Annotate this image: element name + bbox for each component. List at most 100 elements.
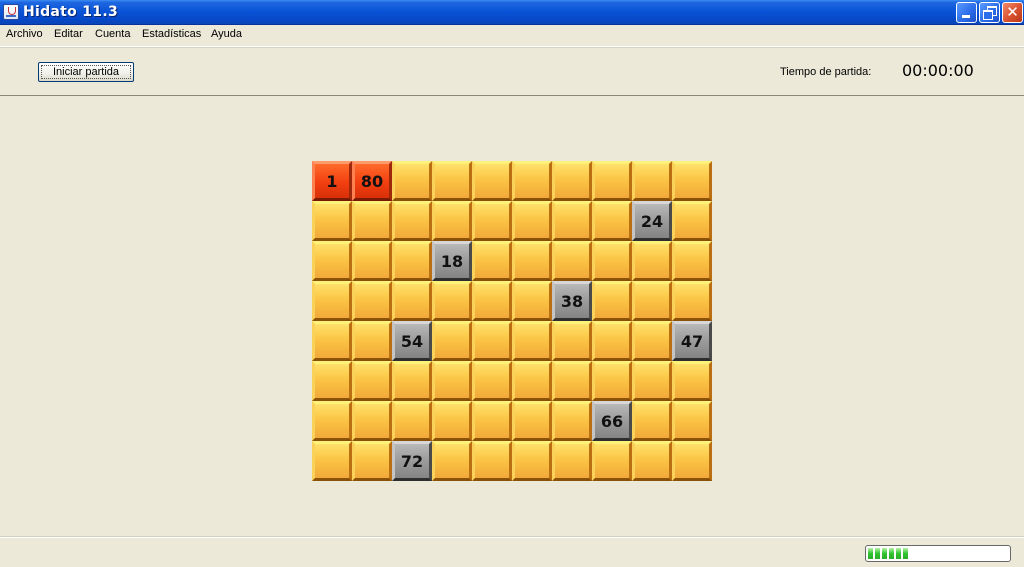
empty-cell[interactable]: [552, 361, 592, 401]
game-time-value: 00:00:00: [902, 61, 974, 80]
empty-cell[interactable]: [512, 161, 552, 201]
empty-cell[interactable]: [432, 401, 472, 441]
empty-cell[interactable]: [312, 321, 352, 361]
empty-cell[interactable]: [592, 241, 632, 281]
empty-cell[interactable]: [512, 361, 552, 401]
toolbar-panel: Iniciar partida Tiempo de partida: 00:00…: [0, 46, 1024, 96]
fixed-number-cell[interactable]: 72: [392, 441, 432, 481]
empty-cell[interactable]: [632, 161, 672, 201]
endpoint-cell[interactable]: 80: [352, 161, 392, 201]
empty-cell[interactable]: [392, 161, 432, 201]
empty-cell[interactable]: [672, 281, 712, 321]
empty-cell[interactable]: [632, 361, 672, 401]
empty-cell[interactable]: [472, 361, 512, 401]
empty-cell[interactable]: [392, 201, 432, 241]
empty-cell[interactable]: [352, 241, 392, 281]
empty-cell[interactable]: [432, 161, 472, 201]
endpoint-cell[interactable]: 1: [312, 161, 352, 201]
empty-cell[interactable]: [592, 441, 632, 481]
empty-cell[interactable]: [352, 321, 392, 361]
empty-cell[interactable]: [552, 441, 592, 481]
empty-cell[interactable]: [392, 401, 432, 441]
close-button[interactable]: ✕: [1002, 2, 1023, 23]
empty-cell[interactable]: [672, 361, 712, 401]
empty-cell[interactable]: [552, 161, 592, 201]
fixed-number-cell[interactable]: 24: [632, 201, 672, 241]
empty-cell[interactable]: [472, 321, 512, 361]
empty-cell[interactable]: [632, 441, 672, 481]
empty-cell[interactable]: [352, 281, 392, 321]
minimize-icon: [962, 15, 970, 18]
empty-cell[interactable]: [552, 241, 592, 281]
fixed-number-cell[interactable]: 66: [592, 401, 632, 441]
restore-button[interactable]: [979, 2, 1000, 23]
progress-block: [903, 548, 908, 559]
menu-archivo[interactable]: Archivo: [6, 28, 43, 40]
progress-block: [889, 548, 894, 559]
empty-cell[interactable]: [592, 321, 632, 361]
empty-cell[interactable]: [392, 241, 432, 281]
empty-cell[interactable]: [472, 161, 512, 201]
empty-cell[interactable]: [632, 321, 672, 361]
menu-estadisticas[interactable]: Estadísticas: [142, 28, 201, 40]
empty-cell[interactable]: [392, 361, 432, 401]
empty-cell[interactable]: [472, 201, 512, 241]
empty-cell[interactable]: [472, 441, 512, 481]
empty-cell[interactable]: [512, 321, 552, 361]
game-time-label: Tiempo de partida:: [780, 66, 872, 78]
empty-cell[interactable]: [672, 161, 712, 201]
empty-cell[interactable]: [512, 241, 552, 281]
empty-cell[interactable]: [472, 281, 512, 321]
menu-cuenta[interactable]: Cuenta: [95, 28, 130, 40]
menu-bar: Archivo Editar Cuenta Estadísticas Ayuda: [0, 25, 1024, 45]
empty-cell[interactable]: [432, 281, 472, 321]
empty-cell[interactable]: [512, 401, 552, 441]
menu-editar[interactable]: Editar: [54, 28, 83, 40]
empty-cell[interactable]: [312, 401, 352, 441]
empty-cell[interactable]: [672, 241, 712, 281]
empty-cell[interactable]: [512, 441, 552, 481]
empty-cell[interactable]: [352, 361, 392, 401]
empty-cell[interactable]: [432, 361, 472, 401]
empty-cell[interactable]: [592, 201, 632, 241]
empty-cell[interactable]: [472, 401, 512, 441]
empty-cell[interactable]: [432, 321, 472, 361]
menu-ayuda[interactable]: Ayuda: [211, 28, 242, 40]
empty-cell[interactable]: [392, 281, 432, 321]
java-app-icon[interactable]: [3, 4, 19, 20]
empty-cell[interactable]: [512, 201, 552, 241]
empty-cell[interactable]: [512, 281, 552, 321]
empty-cell[interactable]: [312, 241, 352, 281]
empty-cell[interactable]: [592, 281, 632, 321]
fixed-number-cell[interactable]: 47: [672, 321, 712, 361]
empty-cell[interactable]: [552, 401, 592, 441]
fixed-number-cell[interactable]: 38: [552, 281, 592, 321]
empty-cell[interactable]: [632, 241, 672, 281]
empty-cell[interactable]: [352, 441, 392, 481]
empty-cell[interactable]: [672, 441, 712, 481]
empty-cell[interactable]: [432, 441, 472, 481]
empty-cell[interactable]: [592, 361, 632, 401]
empty-cell[interactable]: [552, 321, 592, 361]
empty-cell[interactable]: [312, 441, 352, 481]
minimize-button[interactable]: [956, 2, 977, 23]
empty-cell[interactable]: [312, 361, 352, 401]
hidato-board: 1 80 24 18 38 54 47 66 72: [312, 161, 712, 481]
empty-cell[interactable]: [312, 201, 352, 241]
fixed-number-cell[interactable]: 18: [432, 241, 472, 281]
empty-cell[interactable]: [432, 201, 472, 241]
empty-cell[interactable]: [312, 281, 352, 321]
fixed-number-cell[interactable]: 54: [392, 321, 432, 361]
start-game-button[interactable]: Iniciar partida: [38, 62, 134, 82]
title-bar[interactable]: Hidato 11.3 ✕: [0, 0, 1024, 25]
empty-cell[interactable]: [672, 401, 712, 441]
empty-cell[interactable]: [552, 201, 592, 241]
empty-cell[interactable]: [632, 401, 672, 441]
empty-cell[interactable]: [672, 201, 712, 241]
empty-cell[interactable]: [632, 281, 672, 321]
empty-cell[interactable]: [472, 241, 512, 281]
restore-icon: [983, 10, 993, 20]
empty-cell[interactable]: [592, 161, 632, 201]
empty-cell[interactable]: [352, 201, 392, 241]
empty-cell[interactable]: [352, 401, 392, 441]
